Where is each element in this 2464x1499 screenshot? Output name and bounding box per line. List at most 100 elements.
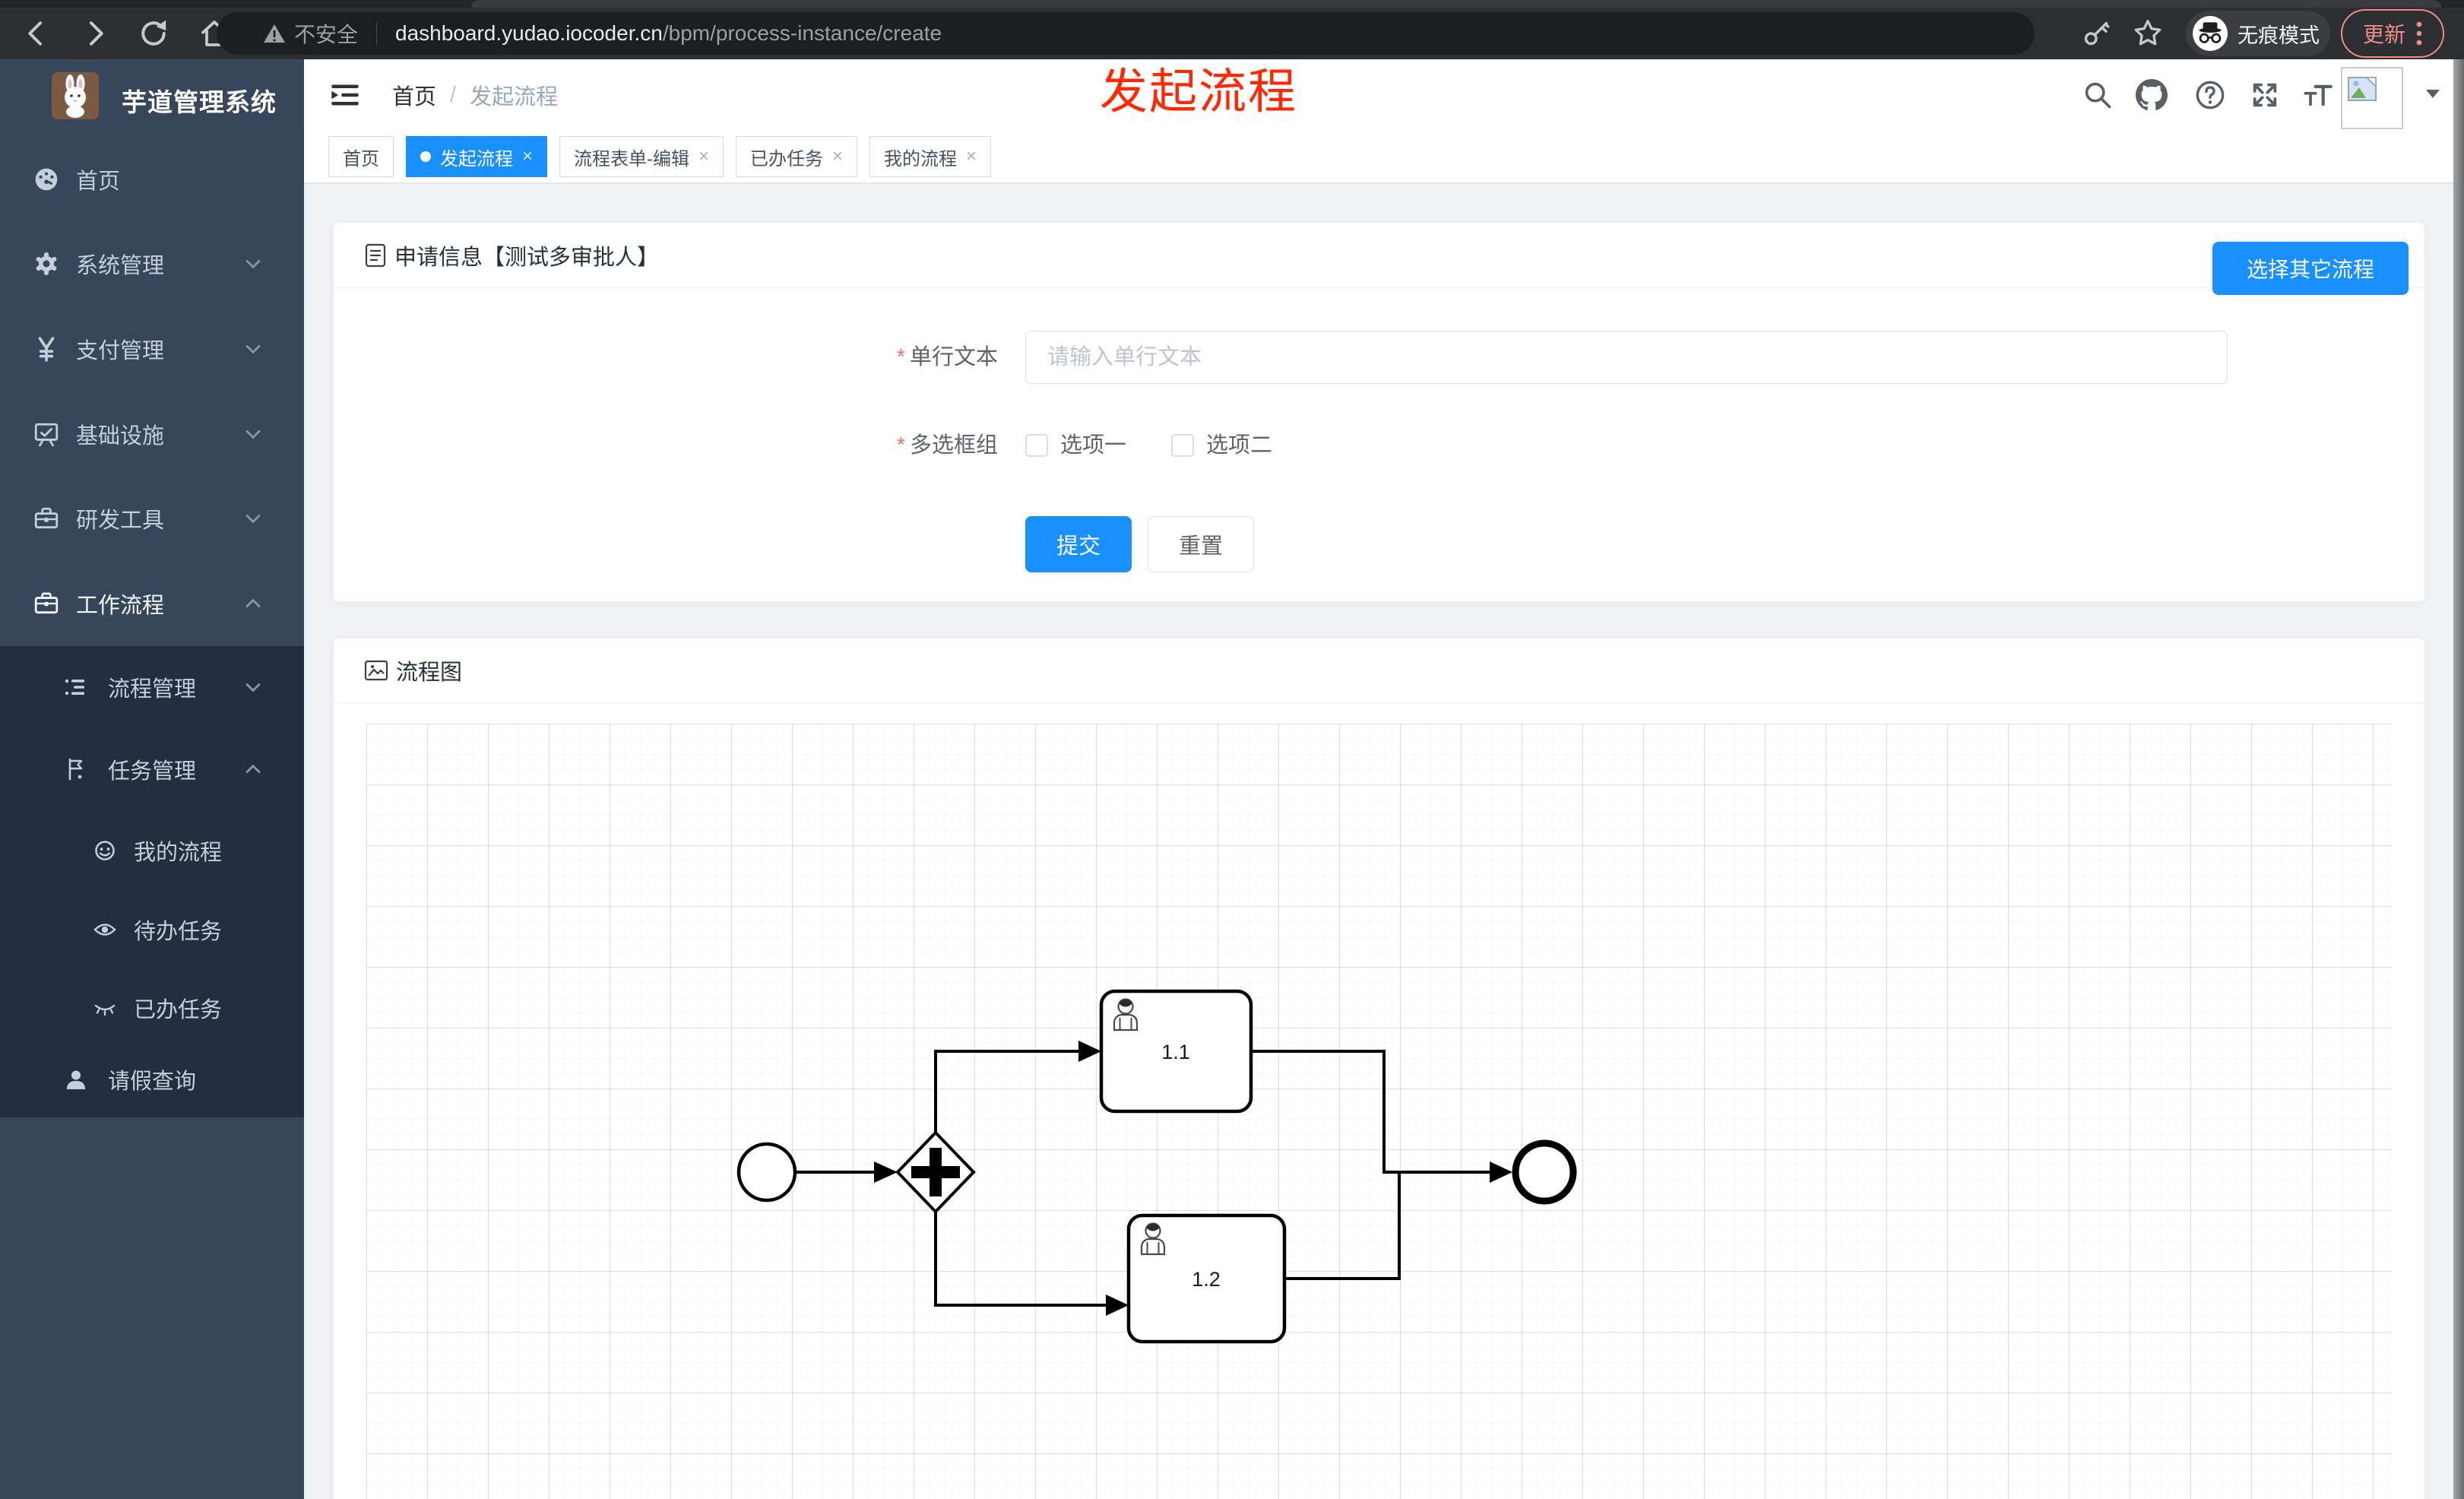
required-marker: * — [896, 433, 905, 458]
gateway-plus-icon — [930, 1148, 942, 1196]
flow-gateway-to-task1 — [934, 1050, 1078, 1133]
browser-active-tab[interactable] — [471, 0, 2441, 8]
key-icon[interactable] — [2082, 20, 2110, 47]
search-icon[interactable] — [2082, 80, 2113, 110]
forward-icon[interactable] — [80, 18, 110, 49]
incognito-label: 无痕模式 — [2238, 24, 2320, 47]
sidebar-item-leave-query[interactable]: 请假查询 — [0, 1040, 304, 1119]
eye-closed-icon — [94, 1004, 116, 1016]
tag-home[interactable]: 首页 — [328, 136, 394, 177]
sidebar-item-label: 请假查询 — [108, 1070, 197, 1094]
breadcrumb-current: 发起流程 — [470, 85, 559, 109]
incognito-icon — [2193, 16, 2228, 51]
update-label: 更新 — [2362, 23, 2405, 46]
breadcrumb-home[interactable]: 首页 — [392, 79, 436, 111]
tag-label: 已办任务 — [750, 148, 824, 170]
application-form-card: 申请信息【测试多审批人】 选择其它流程 *单行文本 *多选框组 选项一 选项二 … — [333, 222, 2425, 602]
fullscreen-icon[interactable] — [2250, 80, 2280, 110]
sidebar-item-system[interactable]: 系统管理 — [0, 221, 304, 306]
hamburger-collapse-icon[interactable] — [330, 80, 360, 110]
single-line-text-input[interactable] — [1025, 331, 2228, 384]
arrowhead — [1078, 1041, 1101, 1062]
chevron-down-icon — [245, 259, 261, 269]
sidebar-item-process-management[interactable]: 流程管理 — [0, 648, 304, 727]
sidebar-item-label: 支付管理 — [76, 339, 165, 363]
sidebar-logo-row[interactable]: 芋道管理系统 — [0, 59, 304, 143]
choose-other-process-button[interactable]: 选择其它流程 — [2212, 242, 2409, 295]
close-icon[interactable]: × — [522, 147, 533, 166]
task-label: 1.2 — [1192, 1268, 1221, 1291]
page-scrollbar[interactable] — [2453, 59, 2464, 1499]
tag-start-process[interactable]: 发起流程 × — [406, 136, 548, 177]
flow-task1-to-end — [1251, 1050, 1490, 1174]
broken-image-icon — [2348, 77, 2377, 101]
help-icon[interactable] — [2195, 80, 2225, 110]
sidebar: 芋道管理系统 首页 系统管理 支付管理 基础设施 研发工具 工作流程 流程管理 … — [0, 59, 304, 1499]
sidebar-item-infrastructure[interactable]: 基础设施 — [0, 391, 304, 477]
avatar-caret-icon[interactable] — [2426, 90, 2440, 99]
security-status[interactable]: 不安全 — [262, 18, 358, 49]
reset-button[interactable]: 重置 — [1148, 516, 1254, 572]
arrowhead — [874, 1161, 898, 1183]
tag-label: 发起流程 — [440, 148, 513, 170]
url-text[interactable]: dashboard.yudao.iocoder.cn/bpm/process-i… — [395, 21, 942, 46]
sidebar-item-todo-tasks[interactable]: 待办任务 — [0, 890, 304, 969]
checkbox-option-1[interactable] — [1025, 434, 1048, 457]
sidebar-item-label: 待办任务 — [134, 920, 223, 944]
breadcrumb: 首页 / 发起流程 — [392, 59, 558, 131]
app-title: 芋道管理系统 — [122, 88, 277, 116]
main-navbar: 首页 / 发起流程 — [304, 59, 2464, 131]
address-bar[interactable]: 不安全 dashboard.yudao.iocoder.cn/bpm/proce… — [217, 12, 2035, 55]
checkbox-option-1-label[interactable]: 选项一 — [1060, 434, 1126, 457]
sidebar-item-label: 我的流程 — [134, 841, 223, 865]
close-icon[interactable]: × — [966, 147, 977, 166]
arrowhead — [1106, 1295, 1129, 1316]
sidebar-item-home[interactable]: 首页 — [0, 137, 304, 222]
start-event[interactable] — [736, 1142, 797, 1203]
github-icon[interactable] — [2136, 79, 2168, 111]
app-logo-bunny — [52, 72, 99, 119]
end-event[interactable] — [1512, 1139, 1577, 1205]
content-area: 申请信息【测试多审批人】 选择其它流程 *单行文本 *多选框组 选项一 选项二 … — [304, 184, 2464, 1499]
reload-icon[interactable] — [138, 18, 169, 49]
url-domain: dashboard.yudao.iocoder.cn — [395, 21, 663, 45]
chevron-up-icon — [245, 598, 261, 608]
tag-form-edit[interactable]: 流程表单-编辑 × — [559, 136, 724, 177]
diagram-card-title: 流程图 — [396, 661, 463, 685]
close-icon[interactable]: × — [698, 147, 709, 166]
tag-label: 首页 — [343, 148, 379, 170]
gear-icon — [36, 252, 57, 275]
bpmn-canvas[interactable]: 1.1 1.2 — [366, 724, 2392, 1499]
checkbox-option-2[interactable] — [1171, 434, 1194, 457]
chevron-down-icon — [245, 429, 261, 439]
sidebar-item-done-tasks[interactable]: 已办任务 — [0, 968, 304, 1047]
font-size-icon[interactable] — [2303, 80, 2333, 110]
chevron-down-icon — [245, 683, 261, 692]
sidebar-item-workflow[interactable]: 工作流程 — [0, 561, 304, 646]
sidebar-item-task-management[interactable]: 任务管理 — [0, 730, 304, 809]
update-menu-chip[interactable]: 更新 — [2341, 9, 2444, 58]
kebab-menu-icon[interactable] — [2416, 21, 2422, 46]
eye-open-icon — [93, 924, 116, 936]
arrowhead — [1490, 1161, 1512, 1183]
chevron-down-icon — [245, 514, 261, 524]
back-icon[interactable] — [21, 18, 52, 49]
sidebar-item-dev-tools[interactable]: 研发工具 — [0, 476, 304, 561]
screen: 不安全 dashboard.yudao.iocoder.cn/bpm/proce… — [0, 0, 2464, 1499]
bpmn-diagram: 1.1 1.2 — [736, 989, 1577, 1344]
dashboard-icon — [35, 168, 58, 191]
form-card-header: 申请信息【测试多审批人】 选择其它流程 — [334, 223, 2424, 295]
close-icon[interactable]: × — [832, 147, 843, 166]
sidebar-item-my-processes[interactable]: 我的流程 — [0, 811, 304, 890]
tag-my-processes[interactable]: 我的流程 × — [869, 136, 992, 177]
flag-icon — [68, 758, 83, 781]
avatar[interactable] — [2341, 67, 2403, 129]
checkbox-option-2-label[interactable]: 选项二 — [1206, 434, 1272, 457]
submit-button[interactable]: 提交 — [1025, 516, 1132, 572]
sidebar-item-payment[interactable]: 支付管理 — [0, 306, 304, 391]
bookmark-star-icon[interactable] — [2133, 18, 2163, 49]
flow-task2-to-end — [1284, 1174, 1401, 1280]
document-icon — [365, 243, 386, 267]
tag-done-tasks[interactable]: 已办任务 × — [736, 136, 858, 177]
flow-diagram-card: 流程图 1.1 1.2 — [333, 638, 2425, 1499]
